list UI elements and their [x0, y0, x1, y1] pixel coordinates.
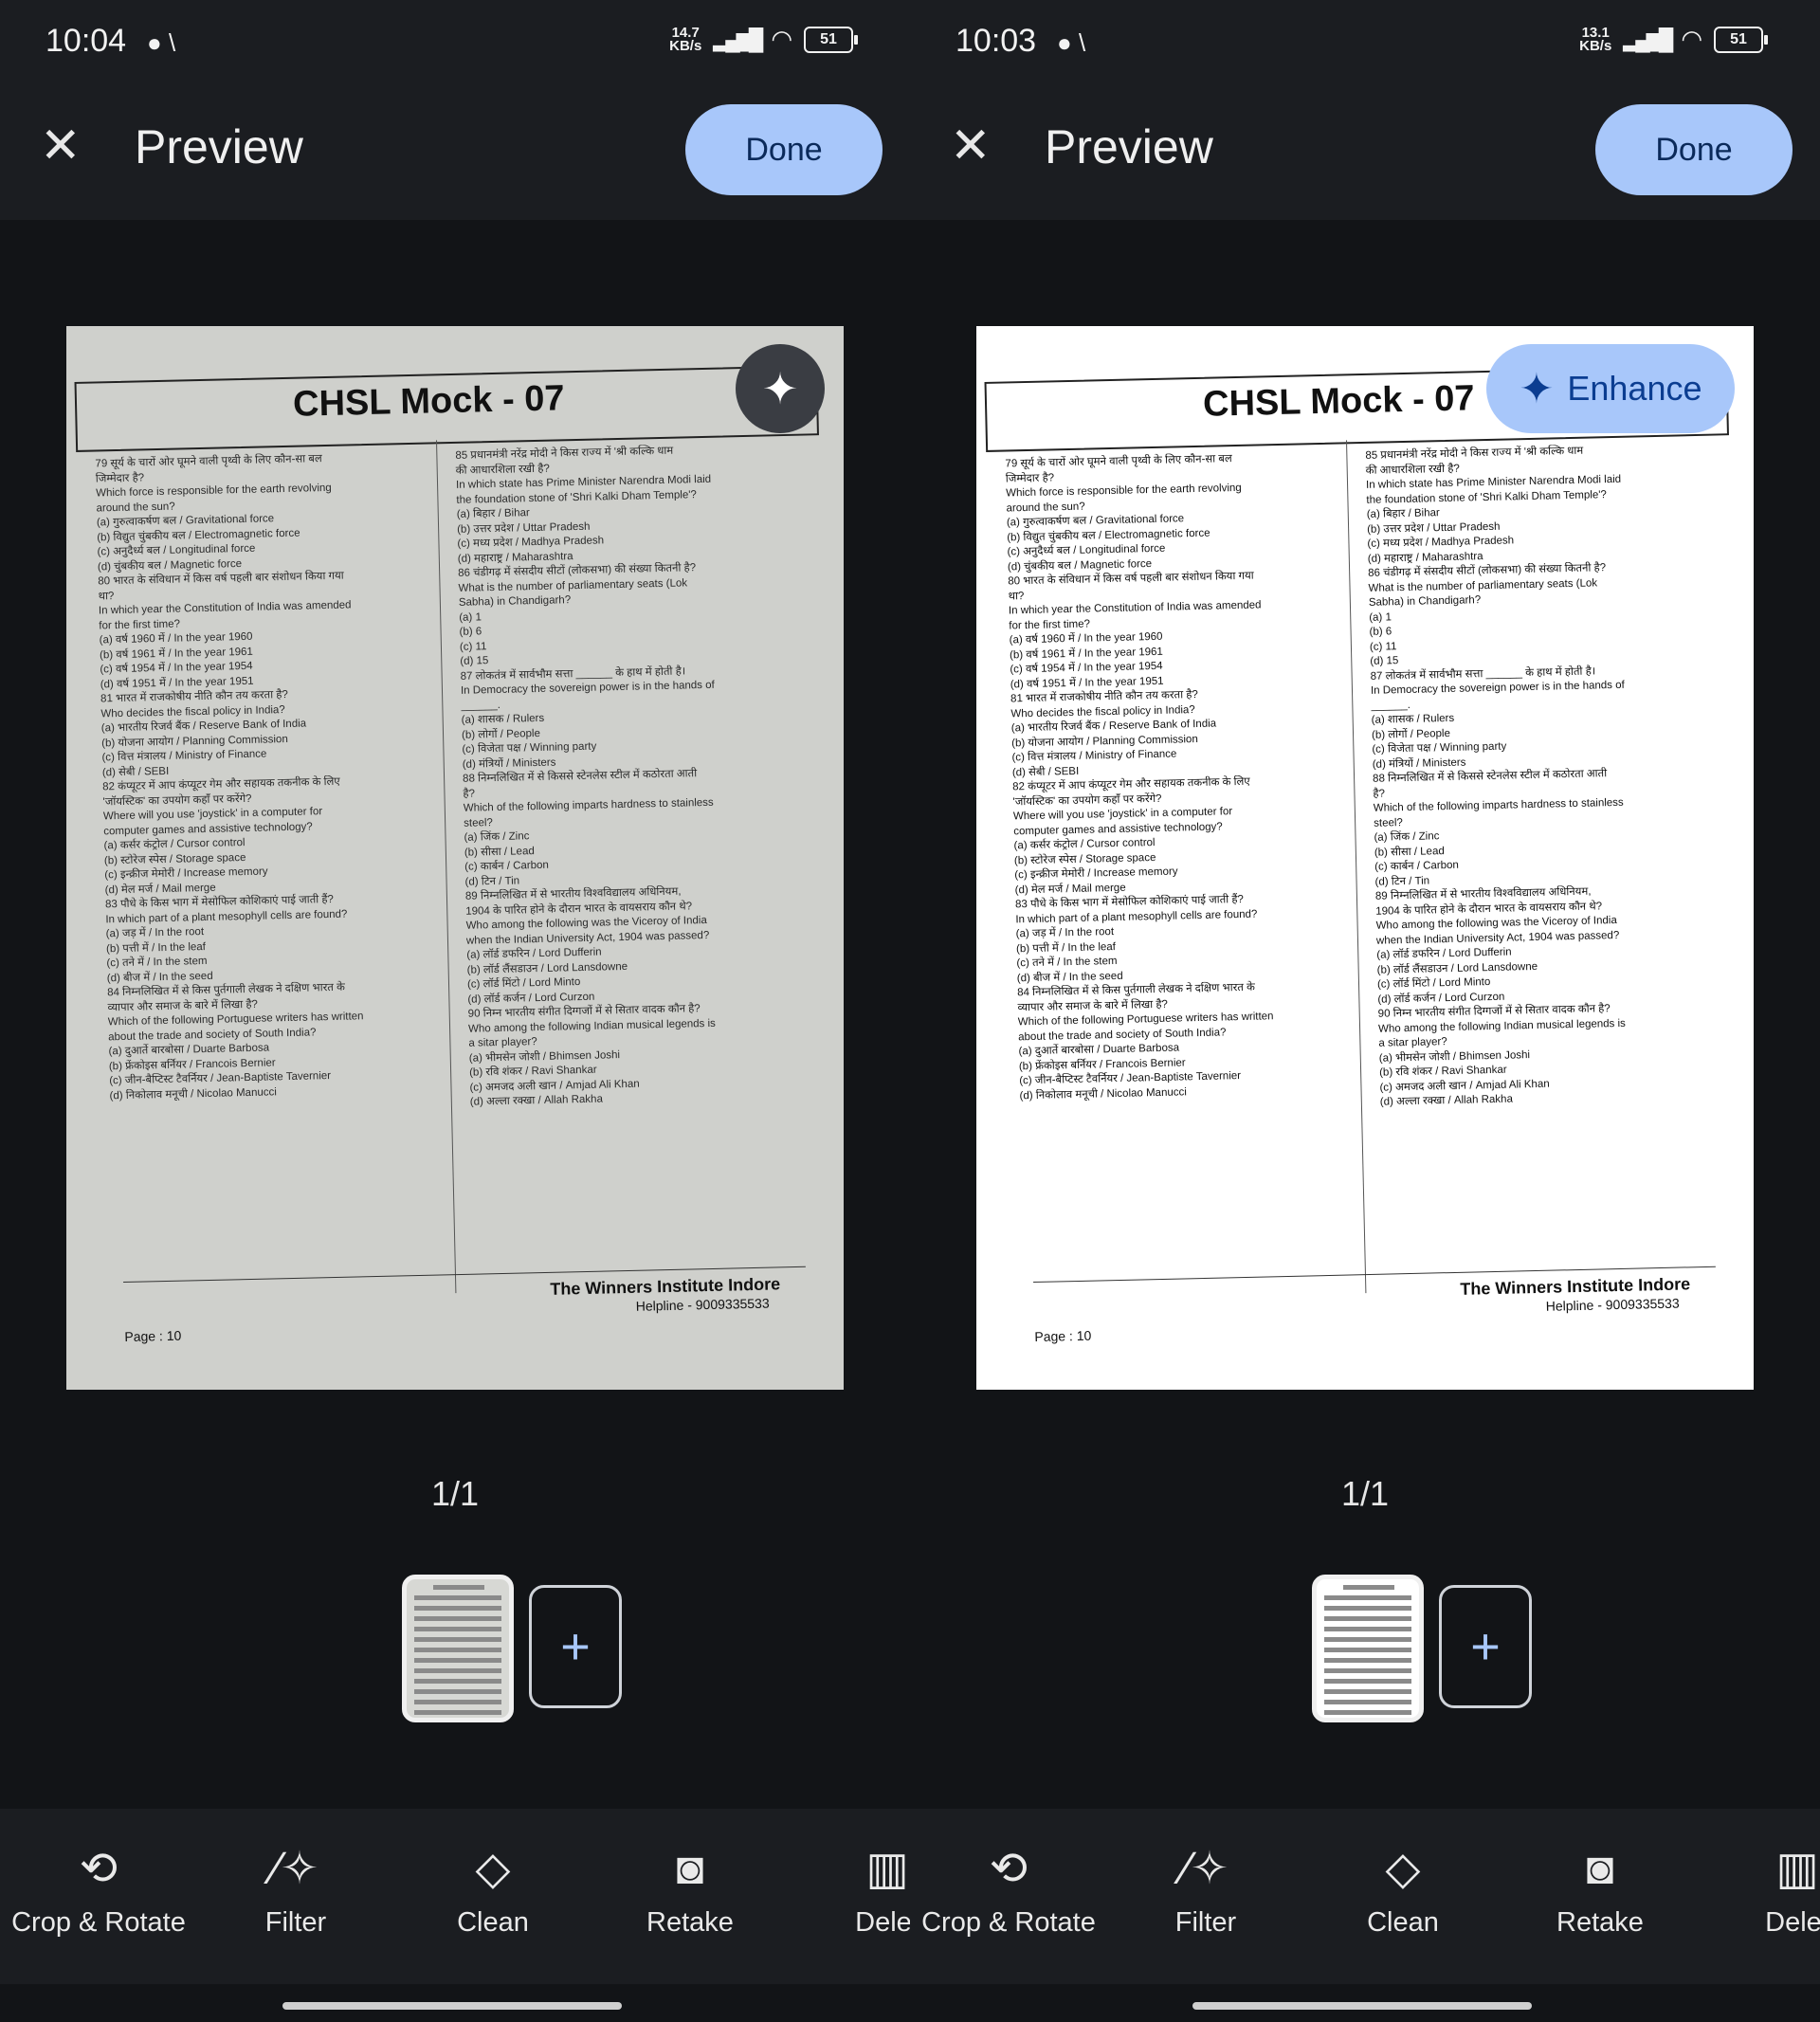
sparkle-icon[interactable]: ✦ — [736, 344, 825, 433]
eraser-icon: ◇ — [1385, 1844, 1421, 1894]
signal-icon: ▂▄▆█ — [1623, 27, 1673, 51]
footer-helpline: Helpline - 9009335533 — [635, 1295, 770, 1314]
footer-helpline: Helpline - 9009335533 — [1545, 1295, 1680, 1314]
page-counter: 1/1 — [430, 1474, 480, 1513]
nav-bar — [910, 1984, 1820, 2022]
page-counter: 1/1 — [1340, 1474, 1390, 1513]
retake-button[interactable]: ◙ Retake — [1502, 1839, 1699, 1939]
signal-icon: ▂▄▆█ — [713, 27, 763, 51]
crop-rotate-icon: ⟲ — [79, 1844, 118, 1894]
network-speed: 14.7 KB/s — [669, 24, 702, 54]
battery-icon: 51 — [1714, 26, 1768, 53]
crop-rotate-icon: ⟲ — [989, 1844, 1028, 1894]
message-icon: ● — [147, 28, 162, 57]
message-icon: ● — [1057, 28, 1072, 57]
status-time: 10:03 — [956, 23, 1037, 59]
done-button[interactable]: Done — [685, 104, 883, 195]
status-bar: 10:04 ● \ 14.7 KB/s ▂▄▆█ ◠ 51 — [0, 0, 910, 76]
status-right: 14.7 KB/s ▂▄▆█ ◠ 51 — [669, 24, 858, 54]
filter-icon: ⁄✧ — [272, 1844, 319, 1894]
close-icon[interactable]: ✕ — [950, 121, 992, 171]
camera-icon: ◙ — [1586, 1844, 1614, 1894]
close-icon[interactable]: ✕ — [40, 121, 82, 171]
document-preview[interactable]: CHSL Mock - 07 79 सूर्य के चारों ओर घूमन… — [976, 326, 1754, 1390]
wifi-icon: ◠ — [771, 25, 792, 53]
signal-slash-icon: \ — [1078, 28, 1086, 57]
page-thumbnail[interactable] — [402, 1575, 514, 1722]
done-button[interactable]: Done — [1595, 104, 1793, 195]
crop-rotate-button[interactable]: ⟲ Crop & Rotate — [910, 1839, 1107, 1939]
filter-button[interactable]: ⁄✧ Filter — [1107, 1839, 1304, 1939]
enhance-label: Enhance — [1567, 369, 1702, 408]
page-title: Preview — [135, 120, 303, 173]
bottom-toolbar: ⟲ Crop & Rotate ⁄✧ Filter ◇ Clean ◙ Retake ▥… — [910, 1809, 1820, 1984]
network-speed: 13.1 KB/s — [1579, 24, 1612, 54]
filter-button[interactable]: ⁄✧ Filter — [197, 1839, 394, 1939]
clean-button[interactable]: ◇ Clean — [1304, 1839, 1502, 1939]
doc-right-column: 85 प्रधानमंत्री नरेंद्र मोदी ने किस राज्… — [1365, 441, 1740, 1110]
add-page-button[interactable]: + — [529, 1585, 622, 1708]
delete-button[interactable]: ▥Delet — [1699, 1839, 1820, 1939]
signal-slash-icon: \ — [168, 28, 176, 57]
document-preview[interactable]: CHSL Mock - 07 79 सूर्य के चारों ओर घूमन… — [66, 326, 844, 1390]
delete-button[interactable]: ▥Delet — [789, 1839, 910, 1939]
status-time: 10:04 — [46, 23, 127, 59]
status-right: 13.1 KB/s ▂▄▆█ ◠ 51 — [1579, 24, 1768, 54]
doc-right-column: 85 प्रधानमंत्री नरेंद्र मोदी ने किस राज्… — [455, 441, 830, 1110]
doc-title: CHSL Mock - 07 — [292, 378, 565, 425]
preview-screen-original: 10:04 ● \ 14.7 KB/s ▂▄▆█ ◠ 51 ✕ Preview D… — [0, 0, 910, 2022]
trash-icon: ▥ — [1775, 1844, 1819, 1894]
footer-page: Page : 10 — [1034, 1327, 1092, 1345]
filter-icon: ⁄✧ — [1182, 1844, 1229, 1894]
footer-page: Page : 10 — [124, 1327, 182, 1345]
retake-button[interactable]: ◙ Retake — [592, 1839, 789, 1939]
page-thumbnail[interactable] — [1312, 1575, 1424, 1722]
battery-icon: 51 — [804, 26, 858, 53]
bottom-toolbar: ⟲ Crop & Rotate ⁄✧ Filter ◇ Clean ◙ Retake ▥… — [0, 1809, 910, 1984]
home-indicator[interactable] — [282, 2002, 622, 2010]
doc-left-column: 79 सूर्य के चारों ओर घूमने वाली पृथ्वी क… — [1005, 449, 1379, 1103]
eraser-icon: ◇ — [475, 1844, 511, 1894]
status-bar: 10:03 ● \ 13.1 KB/s ▂▄▆█ ◠ 51 — [910, 0, 1820, 76]
trash-icon: ▥ — [865, 1844, 909, 1894]
doc-left-column: 79 सूर्य के चारों ओर घूमने वाली पृथ्वी क… — [95, 449, 469, 1103]
preview-screen-enhanced: 10:03 ● \ 13.1 KB/s ▂▄▆█ ◠ 51 ✕ Preview D… — [910, 0, 1820, 2022]
sparkle-icon: ✦ — [1519, 365, 1555, 412]
home-indicator[interactable] — [1192, 2002, 1532, 2010]
wifi-icon: ◠ — [1681, 25, 1702, 53]
camera-icon: ◙ — [676, 1844, 704, 1894]
enhance-button[interactable]: ✦ Enhance — [1486, 344, 1735, 433]
app-bar: ✕ Preview Done — [0, 76, 910, 220]
add-page-button[interactable]: + — [1439, 1585, 1532, 1708]
doc-title: CHSL Mock - 07 — [1202, 378, 1475, 425]
crop-rotate-button[interactable]: ⟲ Crop & Rotate — [0, 1839, 197, 1939]
app-bar: ✕ Preview Done — [910, 76, 1820, 220]
clean-button[interactable]: ◇ Clean — [394, 1839, 592, 1939]
nav-bar — [0, 1984, 910, 2022]
page-title: Preview — [1045, 120, 1213, 173]
notification-icons: ● \ — [1057, 28, 1085, 58]
notification-icons: ● \ — [147, 28, 175, 58]
